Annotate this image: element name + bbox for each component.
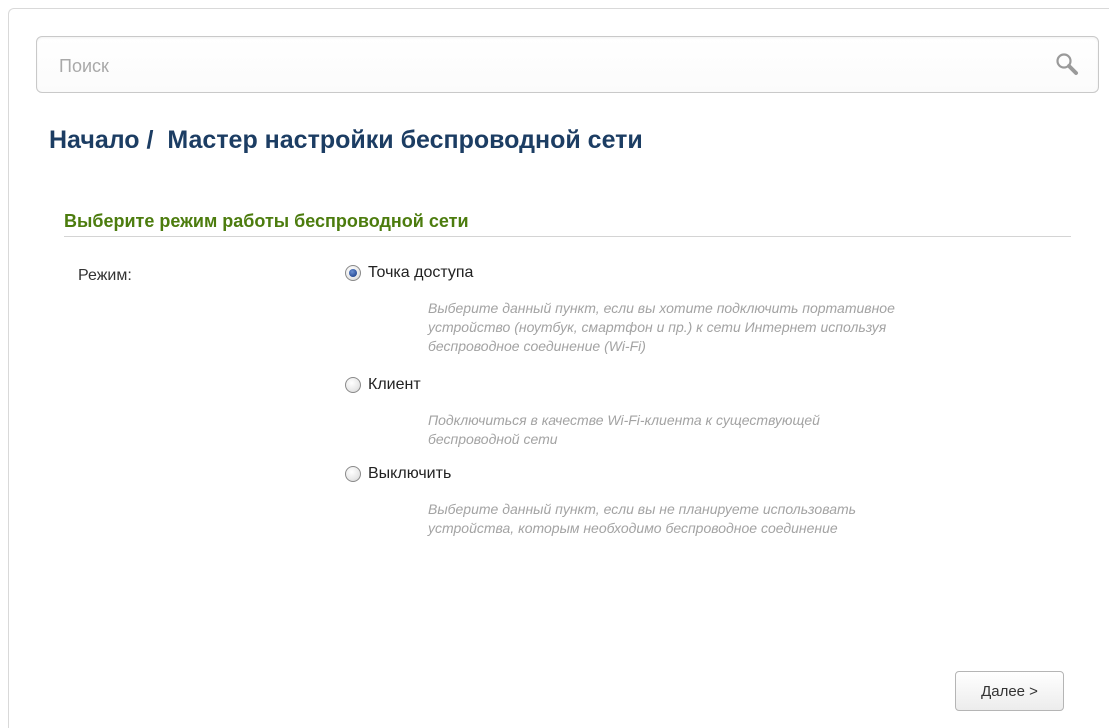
breadcrumb-separator: / — [139, 126, 168, 154]
section-divider — [64, 236, 1071, 237]
search-box[interactable] — [36, 36, 1099, 93]
mode-option-hint: Выберите данный пункт, если вы хотите по… — [428, 299, 1028, 356]
hint-line: устройство (ноутбук, смартфон и пр.) к с… — [428, 319, 887, 335]
next-button[interactable]: Далее > — [955, 671, 1064, 711]
mode-option-client[interactable]: Клиент — [345, 376, 421, 394]
mode-option-off[interactable]: Выключить — [345, 465, 451, 483]
mode-option-hint: Подключиться в качестве Wi-Fi-клиента к … — [428, 411, 1028, 449]
mode-option-label: Клиент — [368, 376, 421, 393]
content-frame — [8, 8, 1109, 728]
hint-line: беспроводное соединение (Wi-Fi) — [428, 338, 646, 354]
mode-option-label: Точка доступа — [368, 264, 474, 281]
mode-option-access-point[interactable]: Точка доступа — [345, 264, 473, 282]
section-title: Выберите режим работы беспроводной сети — [64, 211, 469, 231]
mode-option-label: Выключить — [368, 465, 452, 482]
hint-line: Выберите данный пункт, если вы хотите по… — [428, 300, 895, 316]
hint-line: устройства, которым необходимо беспровод… — [428, 520, 838, 536]
search-input[interactable] — [57, 49, 1021, 83]
hint-line: Выберите данный пункт, если вы не планир… — [428, 501, 856, 517]
breadcrumb-home-link[interactable]: Начало — [49, 126, 140, 154]
page-title: Мастер настройки беспроводной сети — [167, 126, 643, 154]
hint-line: беспроводной сети — [428, 431, 558, 447]
radio-unchecked-icon[interactable] — [345, 377, 361, 393]
breadcrumb: Начало / Мастер настройки беспроводной с… — [49, 126, 643, 155]
mode-option-hint: Выберите данный пункт, если вы не планир… — [428, 500, 1028, 538]
radio-unchecked-icon[interactable] — [345, 466, 361, 482]
mode-label: Режим: — [78, 267, 132, 284]
search-icon[interactable] — [1054, 51, 1080, 77]
radio-checked-icon[interactable] — [345, 265, 361, 281]
hint-line: Подключиться в качестве Wi-Fi-клиента к … — [428, 412, 820, 428]
